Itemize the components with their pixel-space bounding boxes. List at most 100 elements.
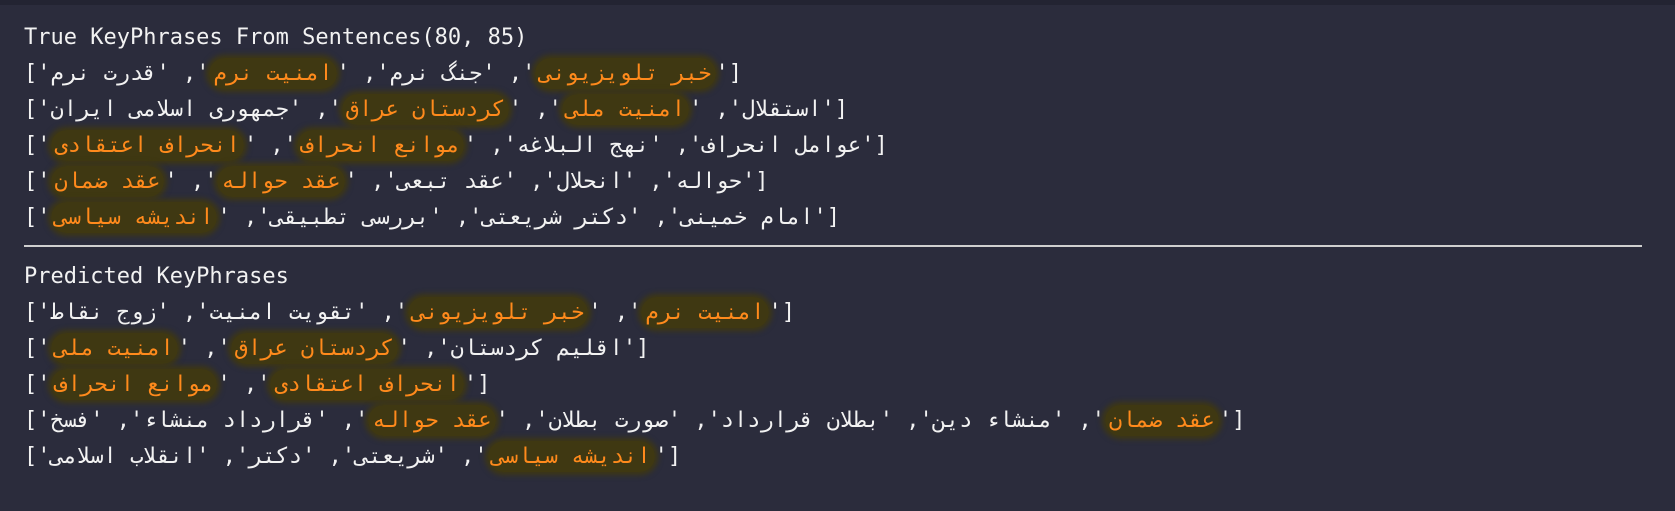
- keyphrase-text: ', ': [463, 133, 517, 158]
- predicted-row: ['اندیشه سیاسی', 'شریعتی', 'دکتر', 'انقل…: [24, 439, 1644, 475]
- keyphrase-text: ', ': [196, 444, 250, 469]
- keyphrase-text: قدرت نرم: [50, 61, 157, 86]
- keyphrase-text: ', ': [156, 61, 210, 86]
- keyphrase-text: ', ': [315, 408, 369, 433]
- keyphrase-text: ', ': [1051, 408, 1105, 433]
- matched-keyphrase: خبر تلویزیونی: [408, 297, 589, 328]
- matched-keyphrase: امنیت ملی: [561, 94, 690, 125]
- matched-keyphrase: خبر تلویزیونی: [535, 58, 716, 89]
- keyphrase-text: ', ': [434, 444, 488, 469]
- matched-keyphrase: عقد ضمان: [1104, 405, 1219, 436]
- keyphrase-text: [': [813, 205, 841, 230]
- keyphrase-text: صورت بطلان: [548, 408, 668, 433]
- matched-keyphrase: امنیت نرم: [641, 297, 769, 328]
- keyphrase-text: امام خمینی: [681, 205, 814, 230]
- keyphrase-text: بطلان قرارداد: [720, 408, 880, 433]
- keyphrase-text: ']: [24, 61, 51, 86]
- keyphrase-text: ', ': [588, 300, 642, 325]
- keyphrase-text: فسخ: [50, 408, 91, 433]
- keyphrase-text: ', ': [482, 61, 536, 86]
- keyphrase-text: حواله: [675, 169, 743, 194]
- true-row: ['استقلال', 'امنیت ملی', 'کردستان عراق',…: [24, 92, 1644, 128]
- keyphrase-text: ']: [24, 205, 51, 230]
- keyphrase-text: ', ': [243, 133, 297, 158]
- keyphrase-text: دکتر شریعتی: [482, 205, 629, 230]
- matched-keyphrase: اندیشه سیاسی: [487, 441, 655, 472]
- keyphrase-text: ', ': [622, 169, 676, 194]
- keyphrase-text: ', ': [429, 205, 483, 230]
- top-border: [0, 0, 1675, 5]
- keyphrase-text: ', ': [667, 408, 721, 433]
- keyphrase-text: ']: [24, 133, 51, 158]
- predicted-keyphrases-list: ['امنیت نرم', 'خبر تلویزیونی', 'تقویت ام…: [24, 295, 1644, 475]
- true-row-text: ['خبر تلویزیونی', 'جنگ نرم', 'امنیت نرم'…: [24, 56, 742, 92]
- keyphrase-text: اقلیم کردستان: [450, 336, 623, 361]
- keyphrase-text: ', ': [344, 169, 398, 194]
- keyphrase-text: نهج البلاغه: [516, 133, 650, 158]
- keyphrase-text: دکتر: [249, 444, 303, 469]
- predicted-row-text: ['امنیت نرم', 'خبر تلویزیونی', 'تقویت ام…: [24, 295, 795, 331]
- true-row: ['خبر تلویزیونی', 'جنگ نرم', 'امنیت نرم'…: [24, 56, 1644, 92]
- keyphrase-text: ', ': [503, 169, 557, 194]
- keyphrase-text: [': [463, 372, 491, 397]
- keyphrase-text: [': [768, 300, 796, 325]
- true-row-text: ['امام خمینی', 'دکتر شریعتی', 'بررسی تطب…: [24, 200, 840, 236]
- predicted-row: ['اقلیم کردستان', 'کردستان عراق', 'امنیت…: [24, 331, 1644, 367]
- predicted-row: ['امنیت نرم', 'خبر تلویزیونی', 'تقویت ام…: [24, 295, 1644, 331]
- predicted-row: ['انحراف اعتقادی', 'موانع انحراف']: [24, 367, 1644, 403]
- predicted-row-text: ['انحراف اعتقادی', 'موانع انحراف']: [24, 367, 490, 403]
- matched-keyphrase: انحراف اعتقادی: [270, 369, 464, 400]
- true-row-text: ['استقلال', 'امنیت ملی', 'کردستان عراق',…: [24, 92, 848, 128]
- matched-keyphrase: کردستان عراق: [341, 94, 509, 125]
- keyphrase-text: ', ': [288, 97, 342, 122]
- matched-keyphrase: امنیت ملی: [50, 333, 178, 364]
- keyphrase-text: بررسی تطبیقی: [270, 205, 430, 230]
- keyphrase-text: ', ': [164, 169, 218, 194]
- matched-keyphrase: انحراف اعتقادی: [50, 130, 244, 161]
- keyphrase-text: ', ': [689, 97, 743, 122]
- keyphrase-text: زوج نقاط: [50, 300, 157, 325]
- true-row-text: ['حواله', 'انحلال', 'عقد تبعی', 'عقد حوا…: [24, 164, 769, 200]
- keyphrase-text: ', ': [217, 372, 271, 397]
- matched-keyphrase: کردستان عراق: [230, 333, 398, 364]
- true-keyphrases-header: True KeyPhrases From Sentences(80, 85): [24, 25, 528, 50]
- predicted-row: ['عقد ضمان', 'منشاء دین', 'بطلان قرارداد…: [24, 403, 1644, 439]
- keyphrase-text: عوامل انحراف: [702, 133, 862, 158]
- predicted-row-text: ['عقد ضمان', 'منشاء دین', 'بطلان قرارداد…: [24, 403, 1245, 439]
- keyphrase-text: [': [861, 133, 888, 158]
- true-row: ['عوامل انحراف', 'نهج البلاغه', 'موانع ا…: [24, 128, 1644, 164]
- predicted-row-text: ['اندیشه سیاسی', 'شریعتی', 'دکتر', 'انقل…: [24, 439, 681, 475]
- matched-keyphrase: موانع انحراف: [296, 130, 464, 161]
- keyphrase-text: ', ': [90, 408, 144, 433]
- true-keyphrases-list: ['خبر تلویزیونی', 'جنگ نرم', 'امنیت نرم'…: [24, 56, 1644, 236]
- keyphrase-text: ', ': [879, 408, 933, 433]
- keyphrase-text: قرارداد منشاء: [143, 408, 316, 433]
- keyphrase-text: ']: [24, 336, 51, 361]
- predicted-keyphrases-header: Predicted KeyPhrases: [24, 264, 289, 289]
- matched-keyphrase: اندیشه سیاسی: [50, 202, 218, 233]
- keyphrase-text: ']: [24, 300, 51, 325]
- keyphrase-text: [': [742, 169, 769, 194]
- keyphrase-text: منشاء دین: [932, 408, 1052, 433]
- keyphrase-text: ', ': [495, 408, 549, 433]
- keyphrase-text: ']: [24, 408, 51, 433]
- keyphrase-text: ', ': [649, 133, 703, 158]
- keyphrase-text: ', ': [177, 336, 231, 361]
- matched-keyphrase: عقد حواله: [368, 405, 496, 436]
- keyphrase-text: جنگ نرم: [389, 61, 483, 86]
- true-row-text: ['عوامل انحراف', 'نهج البلاغه', 'موانع ا…: [24, 128, 888, 164]
- keyphrase-text: [': [821, 97, 849, 122]
- predicted-row-text: ['اقلیم کردستان', 'کردستان عراق', 'امنیت…: [24, 331, 649, 367]
- keyphrase-text: ', ': [336, 61, 390, 86]
- keyphrase-text: ', ': [217, 205, 271, 230]
- keyphrase-text: [': [622, 336, 650, 361]
- notebook-output: True KeyPhrases From Sentences(80, 85) […: [24, 20, 1644, 475]
- keyphrase-text: ', ': [397, 336, 451, 361]
- matched-keyphrase: امنیت نرم: [209, 58, 337, 89]
- keyphrase-text: [': [715, 61, 743, 86]
- keyphrase-text: شریعتی: [355, 444, 435, 469]
- matched-keyphrase: موانع انحراف: [50, 369, 218, 400]
- true-row: ['امام خمینی', 'دکتر شریعتی', 'بررسی تطب…: [24, 200, 1644, 236]
- keyphrase-text: ', ': [302, 444, 356, 469]
- keyphrase-text: انقلاب اسلامی: [50, 444, 197, 469]
